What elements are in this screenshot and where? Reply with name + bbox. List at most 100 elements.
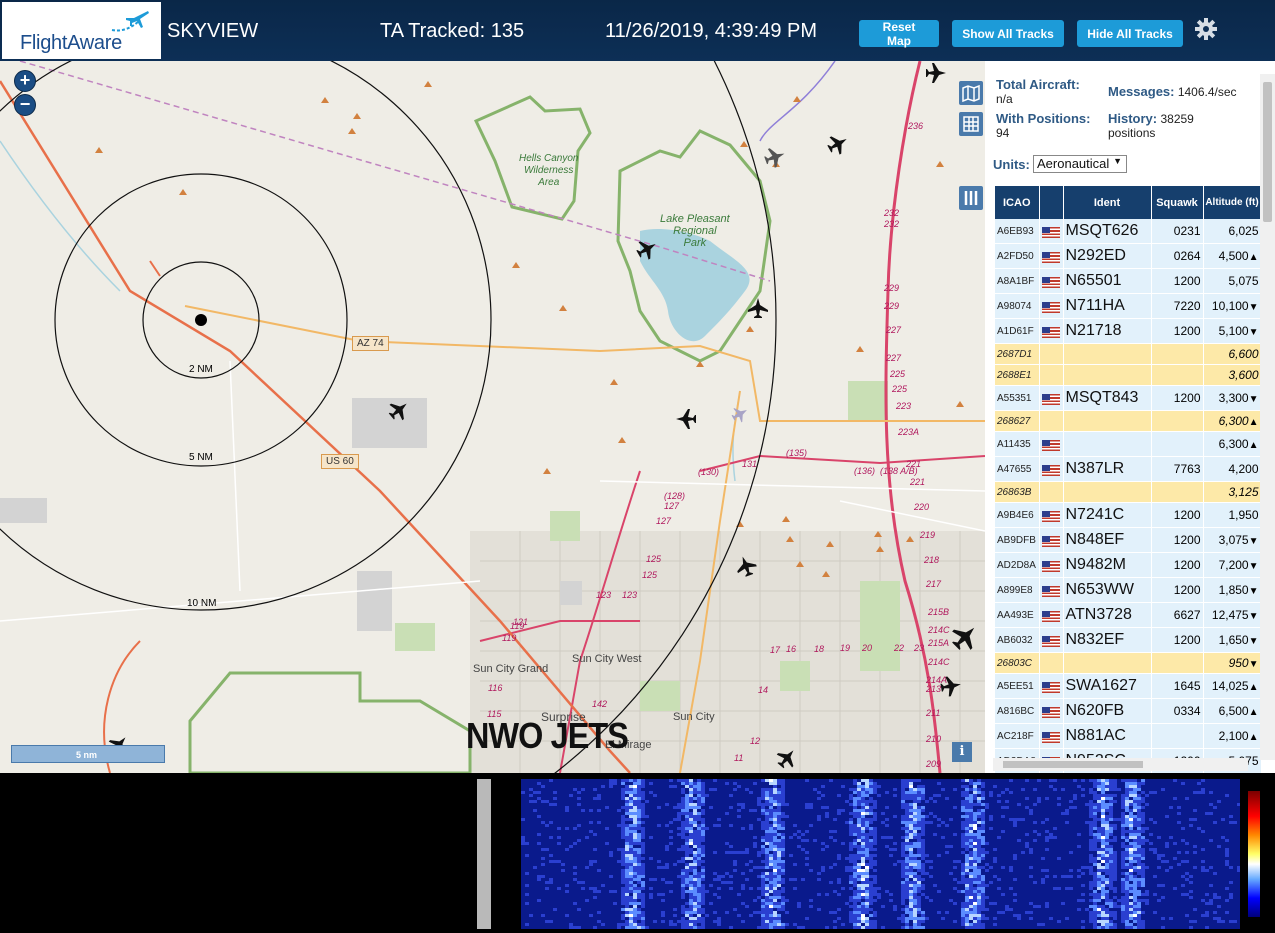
mile-marker: 214C <box>928 657 950 667</box>
aircraft-row[interactable]: 26863B 3,125 <box>995 481 1262 503</box>
ident-cell: N848EF <box>1063 527 1152 553</box>
aircraft-row[interactable]: AD2D8A N9482M 1200 7,200▼ <box>995 552 1262 578</box>
grid-icon[interactable] <box>959 112 983 136</box>
horizontal-scrollbar[interactable] <box>993 758 1248 771</box>
flag-cell <box>1039 698 1064 724</box>
icao-cell: A55351 <box>995 385 1040 411</box>
us-flag-icon <box>1041 439 1060 451</box>
columns-toggle-icon[interactable] <box>959 186 983 210</box>
icao-cell: 2687D1 <box>995 343 1040 365</box>
mile-marker: 116 <box>488 683 503 693</box>
waterfall-display <box>521 779 1240 929</box>
aircraft-row[interactable]: 268627 6,300▲ <box>995 410 1262 432</box>
map-layers-icon[interactable] <box>959 81 983 105</box>
squawk-cell: 0334 <box>1151 698 1204 724</box>
icao-cell: 2688E1 <box>995 364 1040 386</box>
altitude-cell: 6,300▲ <box>1203 431 1262 457</box>
total-aircraft-value: n/a <box>996 92 1013 106</box>
flag-cell <box>1039 385 1064 411</box>
aircraft-row[interactable]: AB6032 N832EF 1200 1,650▼ <box>995 627 1262 653</box>
column-header-icao[interactable]: ICAO <box>995 186 1040 219</box>
aircraft-row[interactable]: AA493E ATN3728 6627 12,475▼ <box>995 602 1262 628</box>
altitude-value: 12,475 <box>1211 608 1249 622</box>
altitude-cell: 14,025▲ <box>1203 673 1262 699</box>
aircraft-row[interactable]: A2FD50 N292ED 0264 4,500▲ <box>995 243 1262 269</box>
altitude-trend-icon: ▼ <box>1248 536 1259 547</box>
column-header-altitude[interactable]: Altitude (ft) <box>1203 186 1262 219</box>
altitude-value: 1,650 <box>1218 633 1249 647</box>
aircraft-row[interactable]: A899E8 N653WW 1200 1,850▼ <box>995 577 1262 603</box>
units-select[interactable]: Aeronautical ▼ <box>1033 155 1127 173</box>
hide-all-tracks-button[interactable]: Hide All Tracks <box>1077 20 1183 47</box>
aircraft-sidebar: Total Aircraft: n/a With Positions: 94 M… <box>985 61 1275 773</box>
flightaware-logo[interactable]: FlightAware <box>2 2 161 59</box>
us-flag-icon <box>1041 510 1060 522</box>
gear-icon[interactable] <box>1194 17 1218 41</box>
aircraft-row[interactable]: A8A1BF N65501 1200 5,075 <box>995 268 1262 294</box>
aircraft-row[interactable]: A1D61F N21718 1200 5,100▼ <box>995 318 1262 344</box>
aircraft-row[interactable]: AC218F N881AC 2,100▲ <box>995 723 1262 749</box>
icao-cell: AB9DFB <box>995 527 1040 553</box>
aircraft-row[interactable]: 26803C 950▼ <box>995 652 1262 674</box>
squawk-cell: 6627 <box>1151 602 1204 628</box>
us-flag-icon <box>1041 301 1060 313</box>
show-all-tracks-button[interactable]: Show All Tracks <box>952 20 1064 47</box>
altitude-cell: 6,500▲ <box>1203 698 1262 724</box>
mile-marker: 16 <box>786 644 797 654</box>
aircraft-row[interactable]: A98074 N711HA 7220 10,100▼ <box>995 293 1262 319</box>
info-icon[interactable]: i <box>952 742 972 762</box>
ident-cell <box>1063 343 1152 365</box>
aircraft-row[interactable]: 2687D1 6,600 <box>995 343 1262 365</box>
mile-marker: 14 <box>758 685 769 695</box>
ring-label-2nm: 2 NM <box>189 364 213 375</box>
mile-marker: 229 <box>884 301 900 311</box>
chevron-down-icon: ▼ <box>1113 156 1122 166</box>
panel-divider[interactable] <box>477 779 491 929</box>
zoom-in-button[interactable]: + <box>14 70 36 92</box>
ident-cell: N387LR <box>1063 456 1152 482</box>
aircraft-row[interactable]: A47655 N387LR 7763 4,200 <box>995 456 1262 482</box>
icao-cell: A1D61F <box>995 318 1040 344</box>
us-flag-icon <box>1041 706 1060 718</box>
ident-cell <box>1063 652 1152 674</box>
us-flag-icon <box>1041 251 1060 263</box>
altitude-value: 3,125 <box>1228 485 1259 499</box>
column-header-squawk[interactable]: Squawk <box>1151 186 1204 219</box>
mile-marker: 219 <box>920 530 936 540</box>
us-flag-icon <box>1041 681 1060 693</box>
column-header-ident[interactable]: Ident <box>1063 186 1152 219</box>
mile-marker: 123 <box>596 590 612 600</box>
altitude-value: 7,200 <box>1218 558 1249 572</box>
us-flag-icon <box>1041 226 1060 238</box>
aircraft-row[interactable]: A5EE51 SWA1627 1645 14,025▲ <box>995 673 1262 699</box>
aircraft-row[interactable]: 2688E1 3,600 <box>995 364 1262 386</box>
reset-map-button[interactable]: Reset Map <box>859 20 939 48</box>
zoom-out-button[interactable]: − <box>14 94 36 116</box>
aircraft-row[interactable]: A6EB93 MSQT626 0231 6,025 <box>995 219 1262 244</box>
squawk-cell <box>1151 410 1204 432</box>
aircraft-row[interactable]: AB9DFB N848EF 1200 3,075▼ <box>995 527 1262 553</box>
altitude-value: 5,100 <box>1218 324 1249 338</box>
history-label: History: <box>1108 111 1158 126</box>
column-header-flag[interactable] <box>1039 186 1064 219</box>
aircraft-row[interactable]: A9B4E6 N7241C 1200 1,950 <box>995 502 1262 528</box>
scrollbar-thumb[interactable] <box>1263 82 1272 222</box>
ident-cell: ATN3728 <box>1063 602 1152 628</box>
us-flag-icon <box>1041 535 1060 547</box>
aircraft-row[interactable]: A55351 MSQT843 1200 3,300▼ <box>995 385 1262 411</box>
altitude-cell: 3,125 <box>1203 481 1262 503</box>
aircraft-row[interactable]: A11435 6,300▲ <box>995 431 1262 457</box>
vertical-scrollbar[interactable] <box>1260 74 1275 760</box>
road-shield-us60: US 60 <box>321 454 359 469</box>
history-value: 38259 <box>1160 112 1194 126</box>
map-view[interactable]: 2 NM 5 NM 10 NM AZ 74 US 60 Hells Canyon… <box>0 61 985 773</box>
mile-marker: 12 <box>750 736 761 746</box>
ident-cell: N292ED <box>1063 243 1152 269</box>
altitude-value: 3,075 <box>1218 533 1249 547</box>
mile-marker: 22 <box>894 643 905 653</box>
aircraft-row[interactable]: A816BC N620FB 0334 6,500▲ <box>995 698 1262 724</box>
scrollbar-thumb[interactable] <box>1003 761 1143 768</box>
mile-marker: (130) <box>698 467 720 477</box>
flag-cell <box>1039 410 1064 432</box>
icao-cell: A2FD50 <box>995 243 1040 269</box>
